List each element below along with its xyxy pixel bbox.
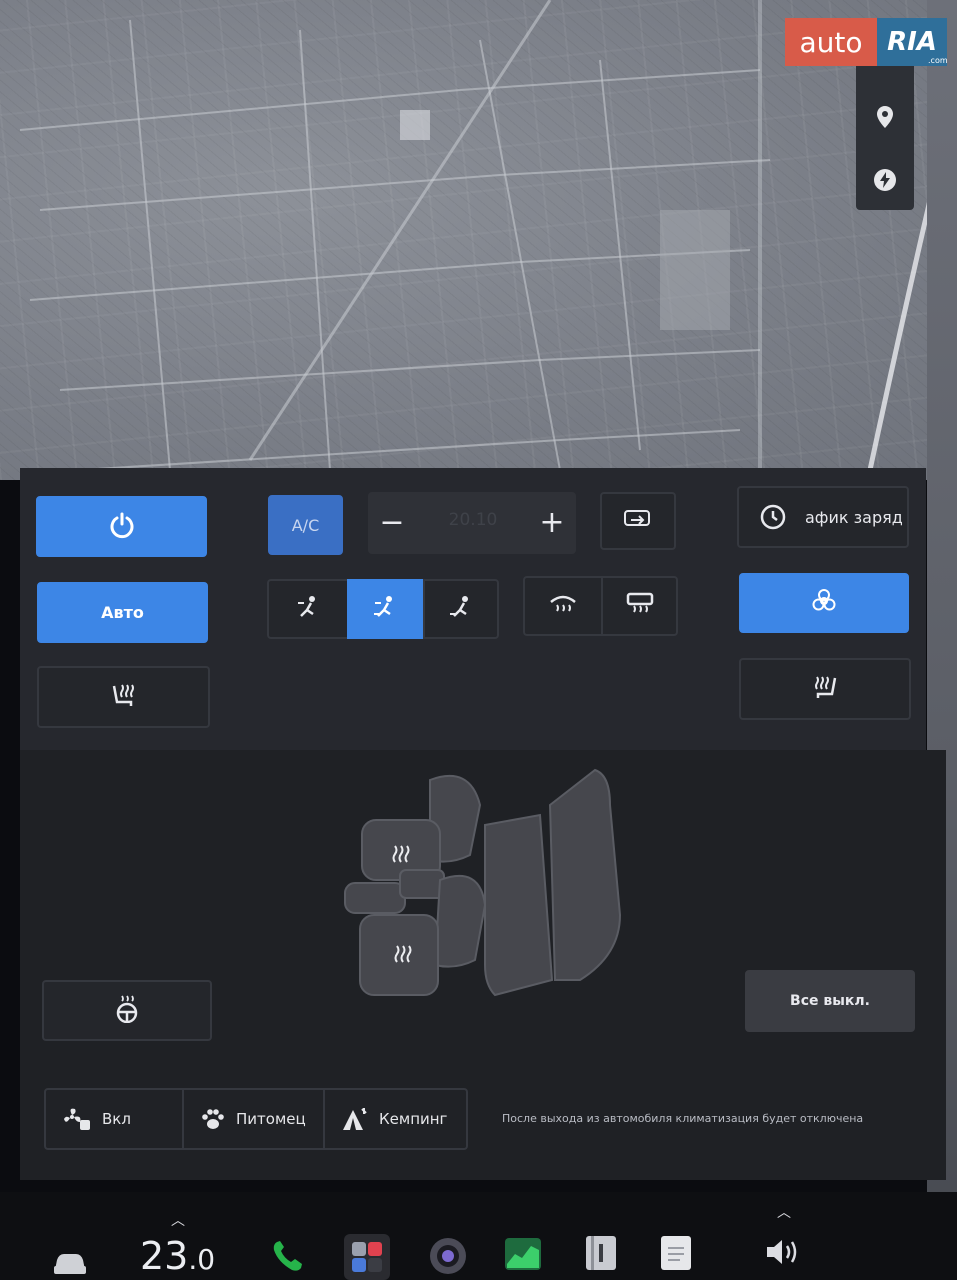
temperature-decrease-button[interactable]: − — [372, 502, 412, 542]
watermark-suffix: .com — [928, 56, 948, 65]
climate-exit-note: После выхода из автомобиля климатизация … — [502, 1112, 864, 1125]
map-pin-icon[interactable] — [873, 105, 897, 129]
power-icon — [108, 511, 136, 543]
bioweapon-defense-button[interactable] — [739, 573, 909, 633]
steering-wheel-heater-button[interactable] — [42, 980, 212, 1041]
cabin-temperature-value: 23 — [140, 1234, 189, 1278]
airflow-feet-button[interactable] — [423, 579, 499, 639]
pet-mode-button[interactable]: Питомец — [184, 1088, 325, 1150]
driver-seat-heater-button[interactable] — [37, 666, 210, 728]
energy-graph-icon[interactable] — [503, 1236, 543, 1272]
keep-climate-on-button[interactable]: Вкл — [44, 1088, 184, 1150]
watermark-auto: auto — [785, 18, 877, 66]
recirculation-button[interactable] — [600, 492, 676, 550]
airflow-face-button[interactable] — [267, 579, 347, 639]
all-off-button[interactable]: Все выкл. — [745, 970, 915, 1032]
satellite-map[interactable] — [0, 0, 957, 480]
climate-power-button[interactable] — [36, 496, 207, 557]
charge-schedule-button[interactable]: афик заряд — [737, 486, 909, 548]
rear-defrost-icon — [625, 592, 655, 620]
biohazard-icon — [810, 587, 838, 619]
seat-heater-icon — [109, 680, 139, 714]
clock-icon — [759, 503, 787, 531]
notes-icon[interactable] — [658, 1234, 694, 1272]
temperature-value: 20.10 — [448, 510, 498, 530]
map-side-toolbar — [856, 60, 914, 210]
seat-diagram — [330, 765, 630, 1010]
auto-button[interactable]: Авто — [37, 582, 208, 643]
cabin-temperature-display[interactable]: 23.0 — [140, 1234, 215, 1278]
app-launcher-icon[interactable] — [344, 1234, 390, 1280]
charge-schedule-label: афик заряд — [805, 507, 903, 527]
passenger-seat-heater-button[interactable] — [739, 658, 911, 720]
car-icon[interactable] — [50, 1248, 90, 1278]
airflow-face-icon — [295, 594, 321, 624]
airflow-face-feet-button[interactable] — [347, 579, 423, 639]
rear-seat-heat-icon[interactable] — [392, 943, 414, 969]
front-seat-heat-icon[interactable] — [390, 843, 412, 869]
volume-up-chevron-icon[interactable]: ︿ — [777, 1202, 791, 1222]
steering-wheel-heat-icon — [113, 995, 141, 1027]
temperature-up-chevron-icon[interactable]: ︿ — [171, 1210, 185, 1230]
map-roads — [19, 0, 933, 471]
front-defrost-button[interactable] — [523, 576, 601, 636]
manual-icon[interactable] — [583, 1234, 619, 1272]
paw-icon — [200, 1107, 226, 1131]
volume-icon[interactable] — [764, 1236, 804, 1268]
camera-icon[interactable] — [428, 1236, 468, 1276]
front-defrost-icon — [548, 592, 578, 620]
airflow-face-feet-icon — [372, 594, 398, 624]
camp-mode-button[interactable]: Кемпинг — [325, 1088, 468, 1150]
airflow-feet-icon — [448, 594, 474, 624]
keep-climate-on-label: Вкл — [102, 1110, 131, 1128]
cabin-temperature-decimal: .0 — [188, 1243, 216, 1276]
pet-mode-label: Питомец — [236, 1110, 306, 1128]
seat-heater-icon — [810, 672, 840, 706]
charger-icon[interactable] — [873, 168, 897, 192]
temperature-stepper: − 20.10 + — [368, 492, 576, 554]
recirculation-icon — [623, 508, 653, 534]
temperature-increase-button[interactable]: + — [532, 502, 572, 542]
rear-defrost-button[interactable] — [601, 576, 678, 636]
camp-mode-label: Кемпинг — [379, 1110, 448, 1128]
phone-icon[interactable] — [270, 1238, 306, 1274]
camp-tent-icon — [341, 1106, 369, 1132]
ac-button[interactable]: A/C — [268, 495, 343, 555]
fan-keep-on-icon — [62, 1106, 92, 1132]
